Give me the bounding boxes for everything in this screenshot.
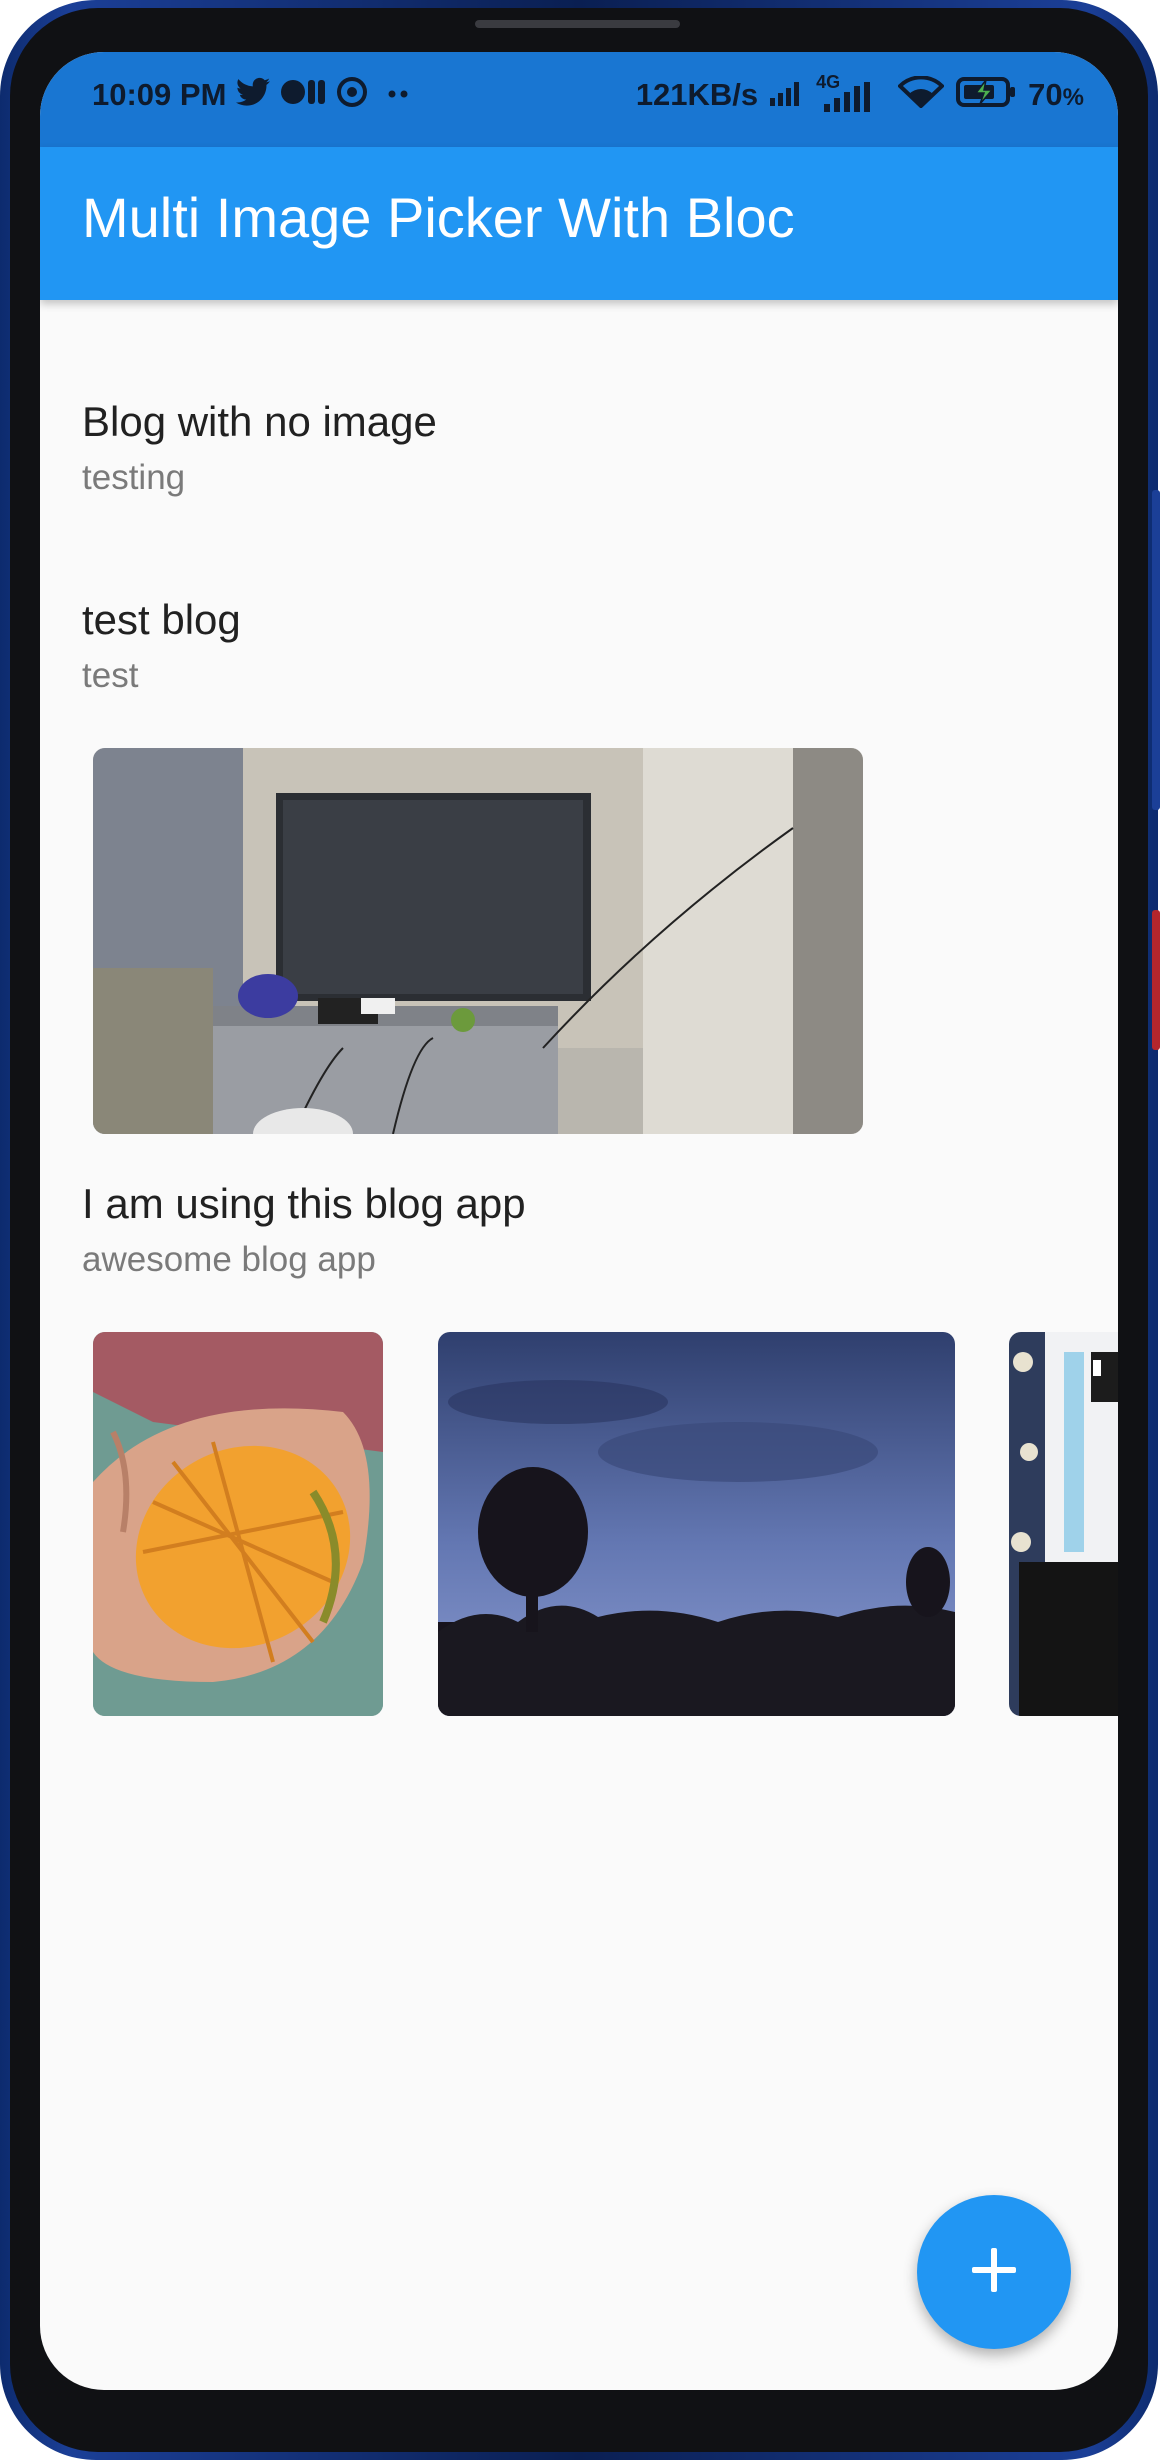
tv-room-photo[interactable] <box>93 748 863 1134</box>
status-bar: 10:09 PM 121KB/s 4G 70% <box>40 52 1118 147</box>
blog-description: test <box>82 656 139 695</box>
battery-icon <box>956 76 1016 113</box>
twitter-icon <box>236 77 271 112</box>
shirt-photo[interactable] <box>1009 1332 1118 1716</box>
blog-title: test blog <box>82 596 241 643</box>
power-button <box>1152 910 1160 1050</box>
mango-photo[interactable] <box>93 1332 383 1716</box>
status-time: 10:09 PM <box>92 76 227 112</box>
battery-unit: % <box>1062 83 1084 111</box>
vpn-icon <box>336 76 368 113</box>
blog-description: testing <box>82 458 186 497</box>
app-bar-title: Multi Image Picker With Bloc <box>82 186 795 249</box>
signal-4g-icon <box>824 81 872 117</box>
wifi-icon <box>897 75 946 113</box>
blog-description: awesome blog app <box>82 1240 376 1279</box>
more-dots-icon <box>388 86 410 104</box>
earpiece-speaker <box>475 20 680 28</box>
blog-title: Blog with no image <box>82 398 437 445</box>
blog-title: I am using this blog app <box>82 1180 526 1227</box>
phone-frame: 10:09 PM 121KB/s 4G 70% Multi Image Pick… <box>0 0 1160 2460</box>
media-icon <box>280 77 326 112</box>
app-bar: Multi Image Picker With Bloc <box>40 147 1118 300</box>
sky-photo[interactable] <box>438 1332 955 1716</box>
battery-level: 70 <box>1028 76 1063 112</box>
screen: 10:09 PM 121KB/s 4G 70% Multi Image Pick… <box>40 52 1118 2390</box>
volume-button <box>1152 490 1160 810</box>
plus-icon <box>972 2247 1016 2297</box>
add-blog-button[interactable] <box>917 2195 1071 2349</box>
network-speed: 121KB/s <box>635 76 759 112</box>
signal-icon <box>770 78 804 111</box>
